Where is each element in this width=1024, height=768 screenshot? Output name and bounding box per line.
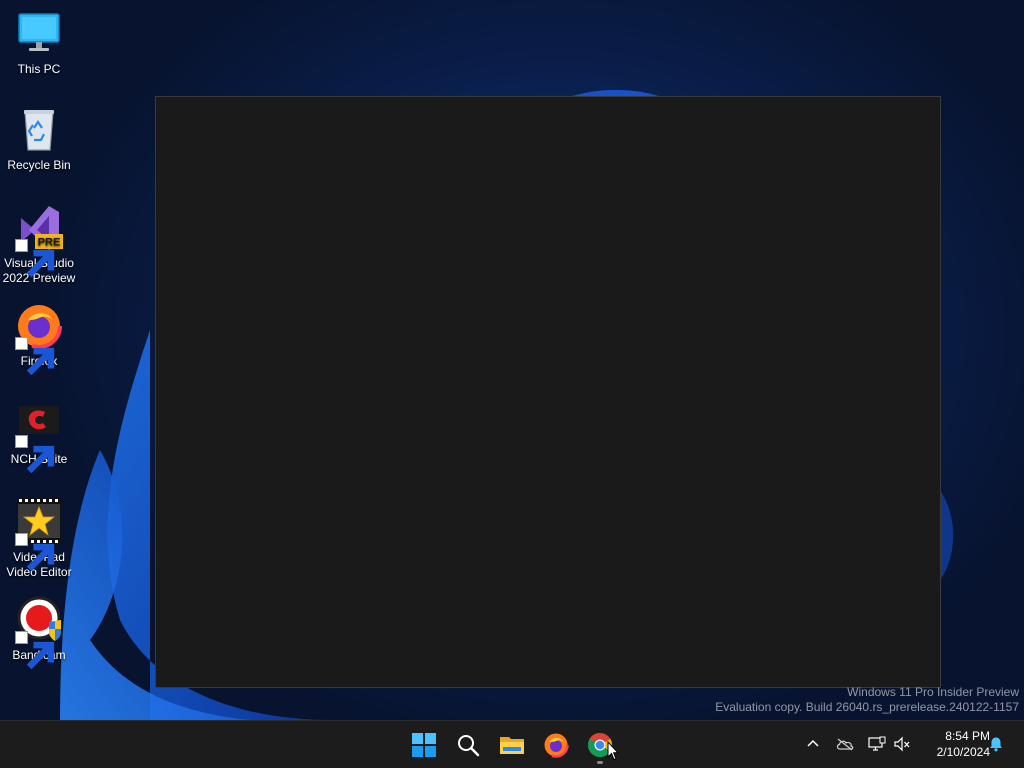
onedrive-tray-icon[interactable]	[834, 733, 856, 755]
desktop-icon-bandicam[interactable]: Bandicam	[2, 596, 76, 670]
desktop: This PC Recycle Bin PRE Visual Studio 20…	[0, 0, 1024, 720]
clock-time: 8:54 PM	[945, 729, 990, 743]
shortcut-arrow-icon	[15, 239, 55, 278]
clock-date: 2/10/2024	[936, 745, 990, 759]
bandicam-icon	[15, 596, 63, 670]
shortcut-arrow-icon	[15, 337, 55, 376]
notification-bell-icon	[990, 737, 1002, 752]
volume-muted-icon	[894, 736, 910, 752]
mouse-pointer-icon	[607, 741, 619, 761]
shortcut-arrow-icon	[15, 435, 55, 474]
desktop-icon-firefox[interactable]: Firefox	[2, 302, 76, 376]
desktop-icon-this-pc[interactable]: This PC	[2, 10, 76, 77]
chevron-up-icon	[807, 739, 819, 747]
videopad-icon	[15, 498, 63, 572]
search-button[interactable]	[448, 725, 488, 765]
start-button[interactable]	[404, 725, 444, 765]
windows-start-icon	[412, 733, 436, 757]
folder-icon	[500, 737, 524, 754]
recycle-bin-icon	[15, 106, 63, 154]
monitor-icon	[15, 10, 63, 58]
firefox-icon	[15, 302, 63, 376]
visual-studio-icon: PRE	[15, 204, 63, 278]
desktop-icon-nch-suite[interactable]: NCH Suite	[2, 400, 76, 474]
show-hidden-icons-button[interactable]	[802, 733, 824, 755]
nch-suite-icon	[15, 400, 63, 474]
taskbar-clock[interactable]: 8:54 PM 2/10/2024	[918, 728, 990, 760]
desktop-icon-recycle-bin[interactable]: Recycle Bin	[2, 106, 76, 173]
evaluation-watermark: Windows 11 Pro Insider Preview Evaluatio…	[715, 685, 1019, 715]
watermark-edition: Windows 11 Pro Insider Preview	[847, 685, 1019, 699]
file-explorer-button[interactable]	[492, 725, 532, 765]
firefox-icon	[543, 732, 569, 758]
search-icon	[458, 735, 480, 757]
desktop-icon-visual-studio-2022-preview[interactable]: PRE Visual Studio 2022 Preview	[2, 204, 76, 286]
desktop-icon-label: Recycle Bin	[7, 158, 71, 172]
running-indicator	[597, 761, 603, 764]
volume-tray-icon[interactable]	[891, 733, 913, 755]
desktop-icon-videopad-video-editor[interactable]: VideoPad Video Editor	[2, 498, 76, 580]
onedrive-cloud-icon	[836, 738, 854, 751]
network-tray-icon[interactable]	[866, 733, 888, 755]
network-icon	[868, 736, 886, 751]
desktop-icon-label: This PC	[17, 62, 61, 76]
taskbar	[0, 720, 1024, 768]
blank-app-window[interactable]	[155, 96, 941, 688]
firefox-taskbar-button[interactable]	[536, 725, 576, 765]
watermark-build: Evaluation copy. Build 26040.rs_prerelea…	[715, 700, 1019, 714]
shortcut-arrow-icon	[15, 533, 55, 572]
shortcut-arrow-icon	[15, 631, 55, 670]
